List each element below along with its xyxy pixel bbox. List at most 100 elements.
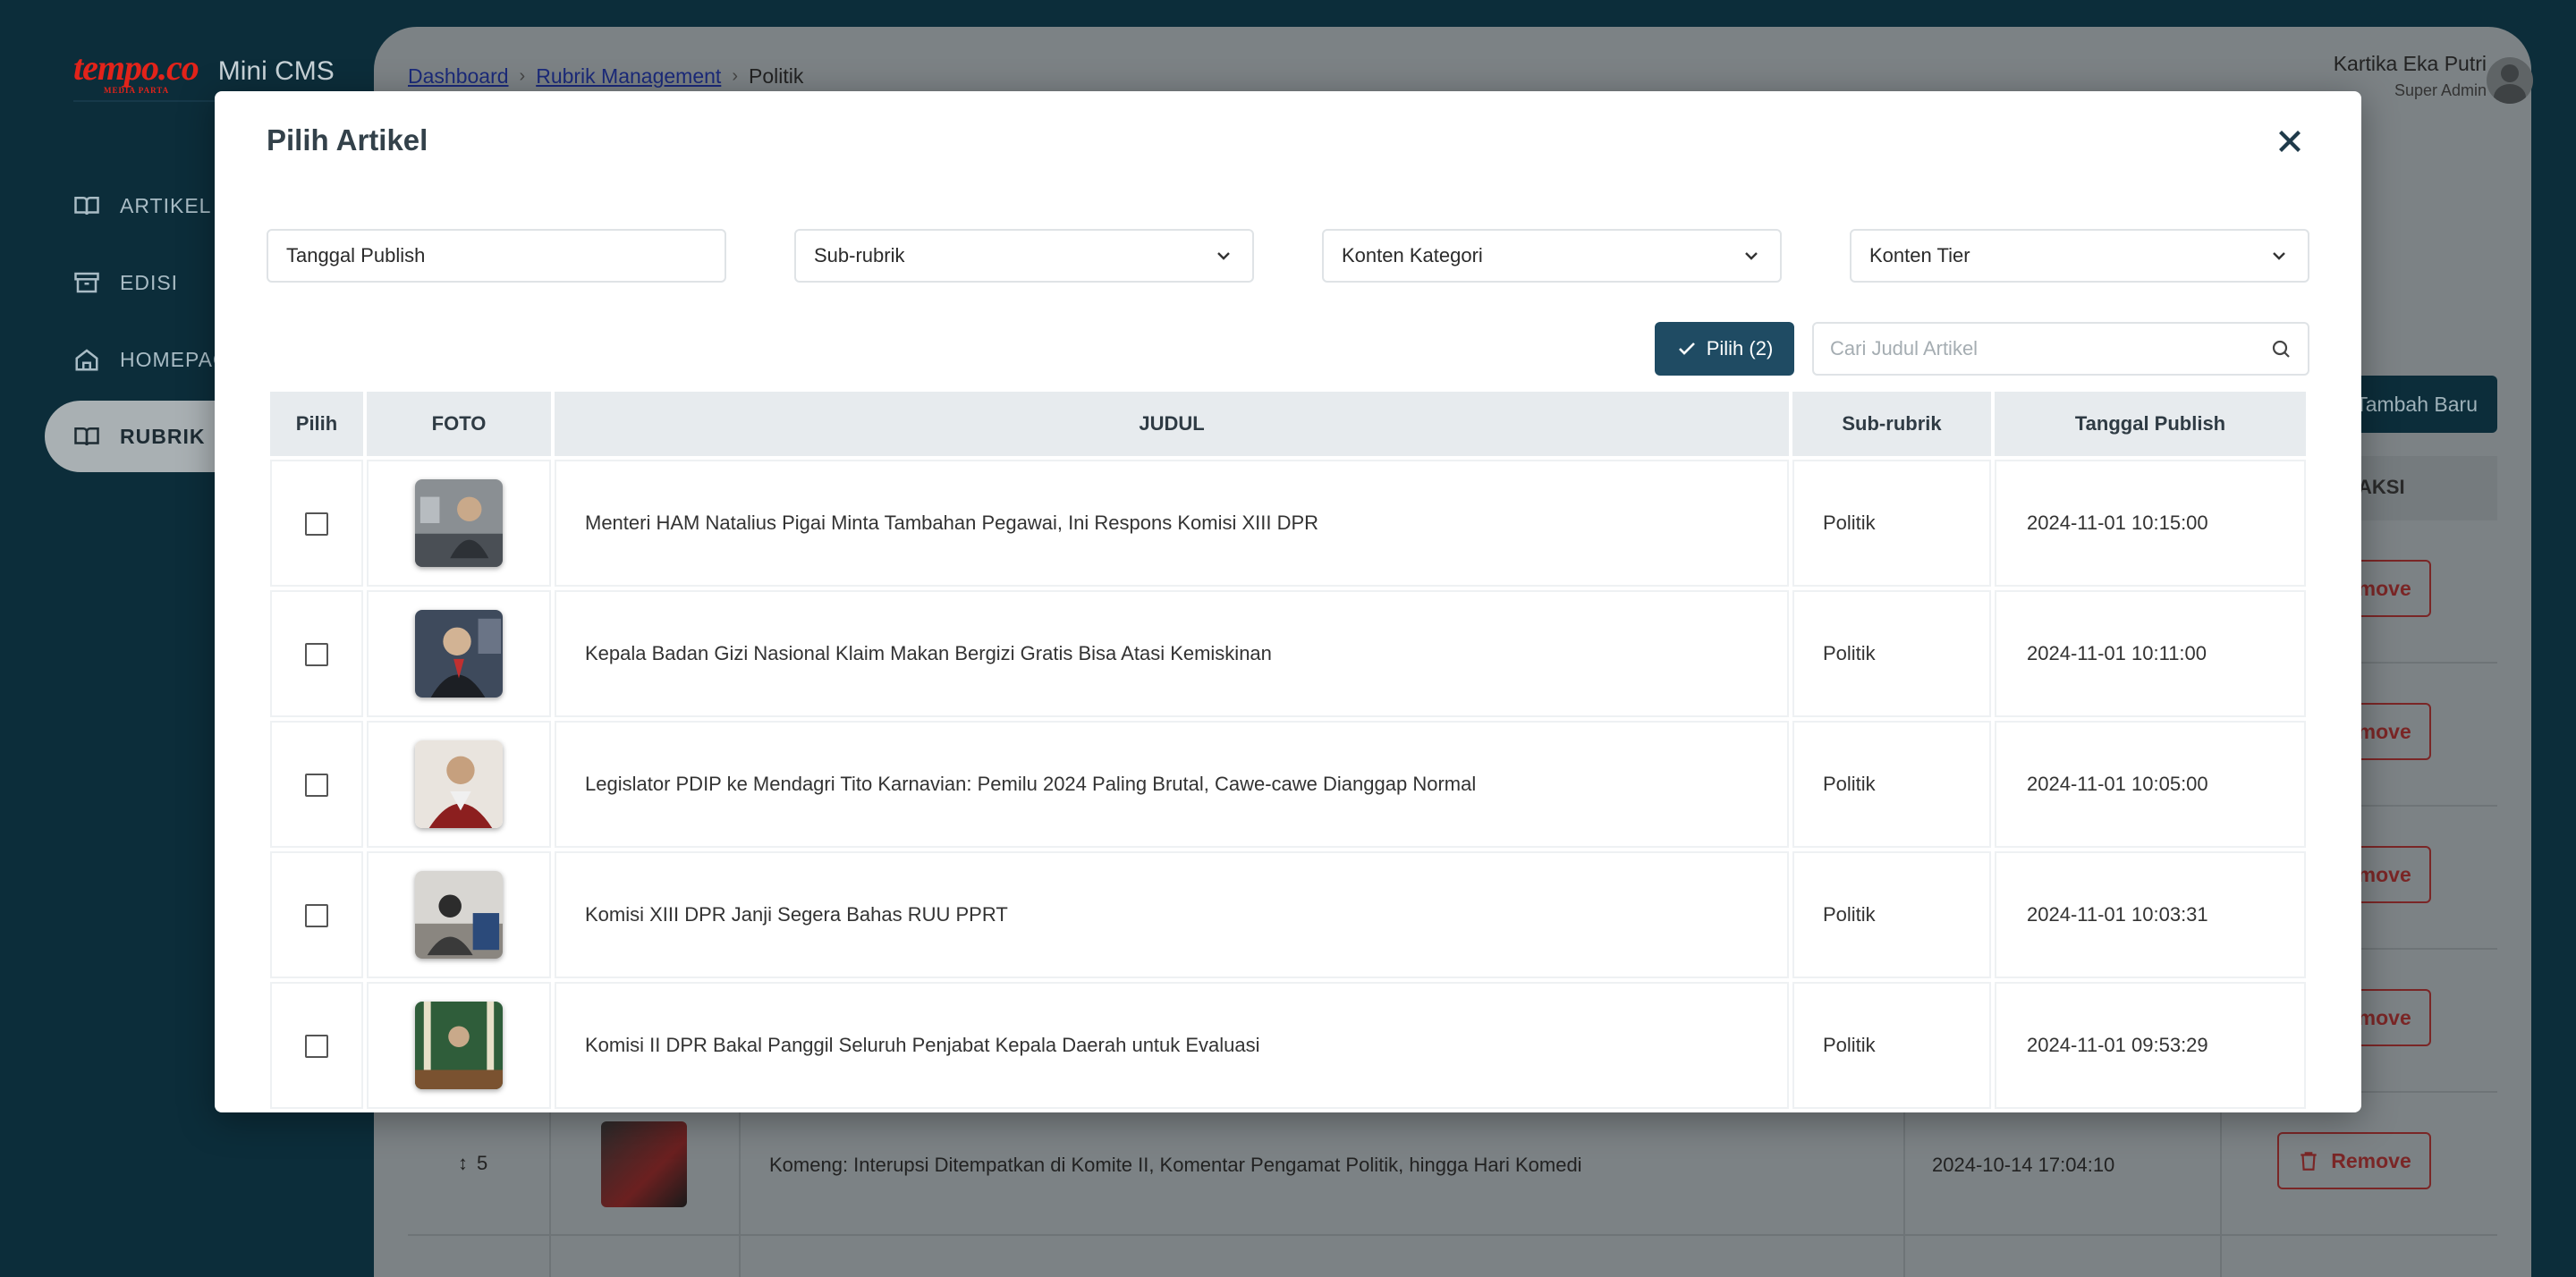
breadcrumb-current: Politik (748, 64, 804, 88)
app-name: Mini CMS (217, 56, 335, 86)
remove-button[interactable]: Remove (2277, 1132, 2431, 1189)
sidebar-item-label: EDISI (120, 270, 179, 294)
close-button[interactable] (2270, 122, 2309, 161)
row-checkbox[interactable] (305, 773, 328, 797)
article-date: 2024-11-01 10:15:00 (1995, 460, 2306, 587)
article-thumbnail (415, 479, 503, 567)
article-thumbnail (415, 740, 503, 828)
photo-cell (367, 851, 551, 978)
search-icon[interactable] (2270, 338, 2292, 359)
drag-handle-icon[interactable]: ↕ (458, 1152, 468, 1175)
photo-image (415, 610, 503, 698)
article-subrubrik: Politik (1792, 982, 1991, 1109)
filter-label: Konten Kategori (1342, 244, 1483, 266)
filter-label: Konten Tier (1869, 244, 1970, 266)
column-header-tanggal: Tanggal Publish (1995, 392, 2306, 456)
tanggal-publish-filter[interactable]: Tanggal Publish (267, 229, 726, 283)
article-title: Komeng: Interupsi Ditempatkan di Komite … (769, 1154, 1582, 1176)
photo-cell (367, 590, 551, 717)
tempo-logo[interactable]: tempo.co MEDIA PARTA (73, 47, 199, 95)
search-box (1812, 322, 2309, 376)
check-icon (1678, 343, 1695, 355)
table-row[interactable]: Kepala Badan Gizi Nasional Klaim Makan B… (270, 590, 2306, 717)
article-title: Komisi XIII DPR Janji Segera Bahas RUU P… (555, 851, 1789, 978)
article-thumbnail (415, 1002, 503, 1089)
search-input[interactable] (1830, 337, 2270, 360)
logo-text: tempo.co (73, 47, 199, 88)
chevron-down-icon (1217, 252, 1230, 260)
remove-label: Remove (2331, 1148, 2411, 1172)
select-cell (270, 982, 363, 1109)
breadcrumb: Dashboard › Rubrik Management › Politik (408, 64, 803, 89)
row-checkbox[interactable] (305, 512, 328, 536)
pilih-button-label: Pilih (2) (1706, 337, 1774, 359)
close-icon (2279, 131, 2301, 152)
article-subrubrik: Politik (1792, 590, 1991, 717)
article-thumbnail (601, 1121, 687, 1207)
column-header-subrubrik: Sub-rubrik (1792, 392, 1991, 456)
article-subrubrik: Politik (1792, 721, 1991, 848)
rank-value: 5 (477, 1152, 488, 1174)
article-title: Kepala Badan Gizi Nasional Klaim Makan B… (555, 590, 1789, 717)
select-cell (270, 590, 363, 717)
archive-icon (74, 272, 99, 293)
chevron-right-icon: › (519, 66, 526, 86)
photo-cell (367, 460, 551, 587)
article-thumbnail (415, 610, 503, 698)
article-date: 2024-11-01 10:11:00 (1995, 590, 2306, 717)
row-checkbox[interactable] (305, 903, 328, 927)
article-title: Komisi II DPR Bakal Panggil Seluruh Penj… (555, 982, 1789, 1109)
column-header-judul: JUDUL (555, 392, 1789, 456)
modal-title: Pilih Artikel (267, 123, 428, 156)
article-date: 2024-11-01 10:03:31 (1995, 851, 2306, 978)
pilih-button[interactable]: Pilih (2) (1655, 322, 1794, 376)
column-header-pilih: Pilih (270, 392, 363, 456)
row-checkbox[interactable] (305, 1034, 328, 1058)
select-cell (270, 851, 363, 978)
table-row: ↕ 5 Komeng: Interupsi Ditempatkan di Kom… (408, 1093, 2497, 1236)
article-subrubrik: Politik (1792, 851, 1991, 978)
article-picker-table: Pilih FOTO JUDUL Sub-rubrik Tanggal Publ… (267, 388, 2309, 1112)
rank[interactable]: ↕ 5 (458, 1152, 487, 1175)
photo-cell (367, 721, 551, 848)
aksi-header: AKSI (2358, 476, 2405, 498)
konten-kategori-select[interactable]: Konten Kategori (1322, 229, 1782, 283)
filter-bar: Tanggal Publish Sub-rubrik Konten Katego… (267, 229, 2309, 283)
article-thumbnail (415, 871, 503, 959)
row-checkbox[interactable] (305, 642, 328, 666)
book-open-icon (74, 197, 99, 216)
select-cell (270, 721, 363, 848)
pilih-artikel-modal: Pilih Artikel Tanggal Publish Sub-rubrik… (215, 91, 2361, 1112)
chevron-right-icon: › (732, 66, 738, 86)
select-cell (270, 460, 363, 587)
photo-image (415, 871, 503, 959)
logo-sub: MEDIA PARTA (104, 86, 170, 95)
book-open-icon (74, 427, 99, 446)
table-row[interactable]: Menteri HAM Natalius Pigai Minta Tambaha… (270, 460, 2306, 587)
chevron-down-icon (2273, 252, 2285, 260)
table-header-row: Pilih FOTO JUDUL Sub-rubrik Tanggal Publ… (270, 392, 2306, 456)
photo-cell (367, 982, 551, 1109)
sidebar-item-label: ARTIKEL (120, 193, 212, 217)
avatar[interactable] (2487, 57, 2533, 104)
sidebar-item-label: RUBRIK (120, 424, 206, 448)
photo-image (415, 479, 503, 567)
konten-tier-select[interactable]: Konten Tier (1850, 229, 2309, 283)
chevron-down-icon (1745, 252, 1758, 260)
article-date: 2024-11-01 10:05:00 (1995, 721, 2306, 848)
article-title: Legislator PDIP ke Mendagri Tito Karnavi… (555, 721, 1789, 848)
photo-image (415, 740, 503, 828)
table-row[interactable]: Komisi II DPR Bakal Panggil Seluruh Penj… (270, 982, 2306, 1109)
column-header-foto: FOTO (367, 392, 551, 456)
subrubrik-select[interactable]: Sub-rubrik (794, 229, 1254, 283)
table-row[interactable]: Komisi XIII DPR Janji Segera Bahas RUU P… (270, 851, 2306, 978)
article-title: Menteri HAM Natalius Pigai Minta Tambaha… (555, 460, 1789, 587)
home-icon (75, 349, 98, 371)
filter-label: Sub-rubrik (814, 244, 905, 266)
table-row[interactable]: Legislator PDIP ke Mendagri Tito Karnavi… (270, 721, 2306, 848)
breadcrumb-rubrik-management[interactable]: Rubrik Management (536, 64, 721, 89)
trash-icon (2301, 1152, 2317, 1171)
article-date: 2024-11-01 09:53:29 (1995, 982, 2306, 1109)
filter-label: Tanggal Publish (286, 244, 426, 266)
breadcrumb-dashboard[interactable]: Dashboard (408, 64, 509, 89)
